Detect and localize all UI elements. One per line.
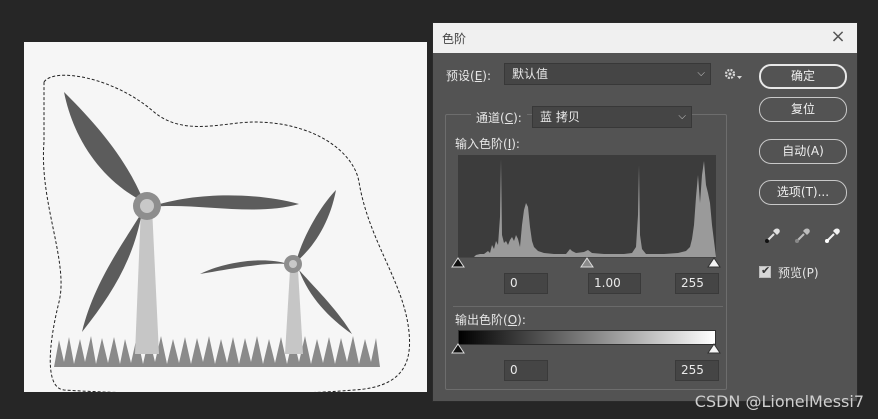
input-gamma-field[interactable]: 1.00 [588, 273, 641, 294]
input-levels-slider[interactable] [451, 257, 723, 269]
levels-dialog: 色阶 × 预设(E): 默认值 ⌵ 确定 复位 自动(A) 选项(T)... ✔… [432, 22, 858, 402]
auto-button[interactable]: 自动(A) [759, 139, 847, 164]
watermark: CSDN @LionelMessi7 [694, 392, 864, 411]
black-point-eyedropper-icon[interactable] [764, 226, 782, 244]
dialog-title-bar[interactable]: 色阶 × [433, 23, 857, 53]
input-white-slider-handle[interactable] [707, 257, 721, 268]
white-point-eyedropper-icon[interactable] [824, 226, 842, 244]
chevron-down-icon: ⌵ [697, 68, 705, 79]
gray-point-eyedropper-icon[interactable] [794, 226, 812, 244]
output-white-field[interactable]: 255 [675, 360, 719, 381]
windmill-illustration [42, 74, 411, 392]
channel-label: 通道(C): [471, 109, 527, 126]
histogram [458, 155, 716, 257]
preset-select[interactable]: 默认值 ⌵ [504, 63, 711, 85]
ok-button[interactable]: 确定 [759, 64, 847, 89]
output-levels-slider[interactable] [451, 343, 723, 355]
gear-icon[interactable] [723, 67, 743, 81]
dialog-title: 色阶 [442, 32, 467, 46]
checkmark-icon: ✔ [761, 264, 771, 277]
channel-select[interactable]: 蓝 拷贝 ⌵ [532, 106, 692, 128]
output-levels-label: 输出色阶(O): [455, 313, 526, 327]
output-black-field[interactable]: 0 [504, 360, 548, 381]
output-white-slider-handle[interactable] [707, 343, 721, 354]
preview-label: 预览(P) [778, 266, 819, 280]
output-black-slider-handle[interactable] [451, 343, 465, 354]
input-black-field[interactable]: 0 [504, 273, 548, 294]
reset-button[interactable]: 复位 [759, 97, 847, 122]
document-canvas[interactable] [24, 42, 427, 392]
close-icon[interactable]: × [828, 26, 848, 48]
preset-label: 预设(E): [446, 69, 492, 83]
input-levels-label: 输入色阶(I): [455, 137, 520, 151]
input-gamma-slider-handle[interactable] [580, 257, 594, 268]
input-black-slider-handle[interactable] [451, 257, 465, 268]
section-divider [453, 306, 723, 307]
chevron-down-icon: ⌵ [678, 111, 686, 122]
preset-value: 默认值 [512, 67, 549, 81]
options-button[interactable]: 选项(T)... [759, 180, 847, 205]
preview-checkbox[interactable]: ✔ [759, 264, 771, 278]
histogram-graph [458, 159, 716, 257]
input-white-field[interactable]: 255 [675, 273, 719, 294]
channel-value: 蓝 拷贝 [540, 110, 580, 124]
